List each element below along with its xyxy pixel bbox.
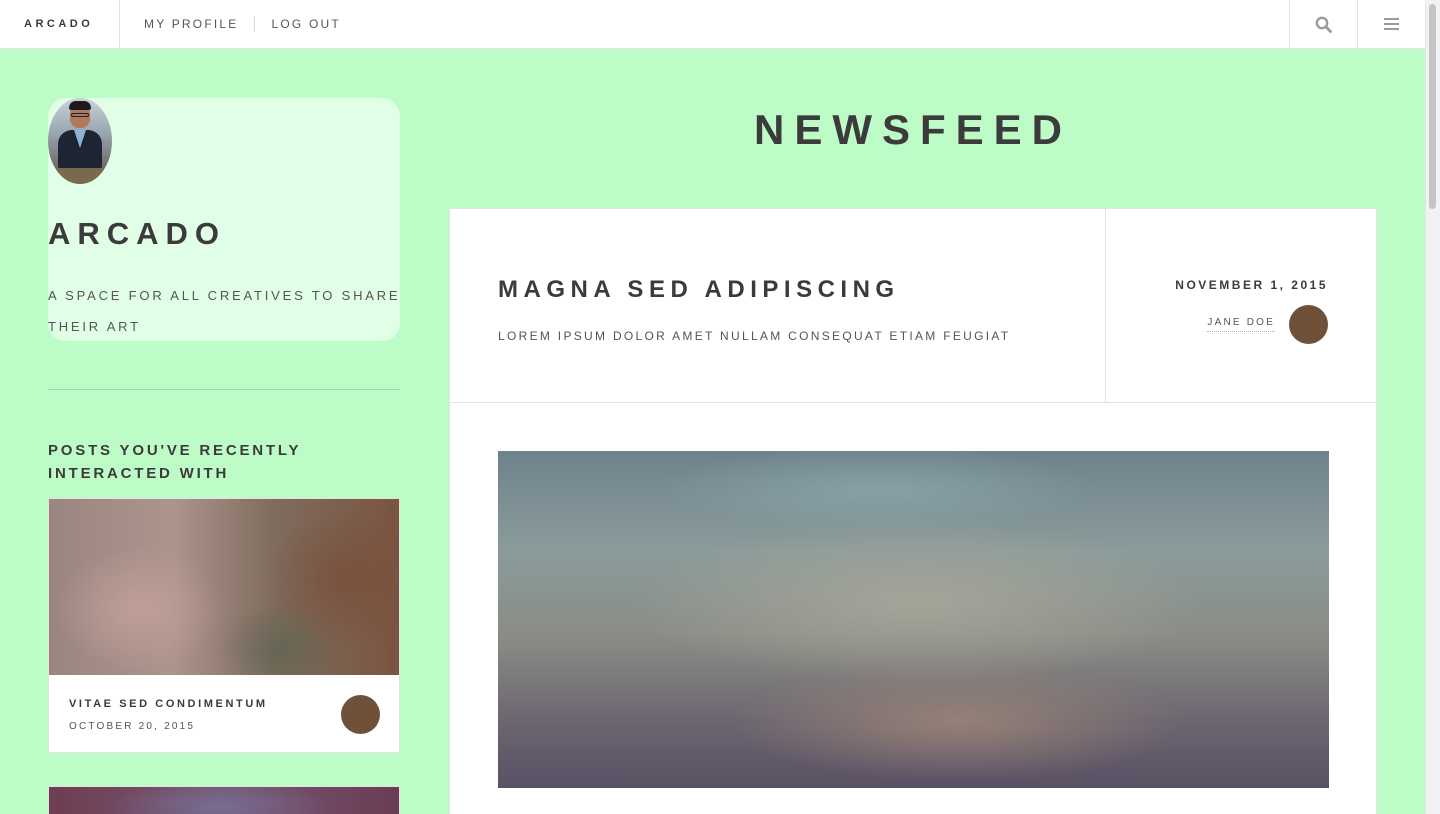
top-navigation: ARCADO MY PROFILE LOG OUT xyxy=(0,0,1425,49)
recent-post-image[interactable] xyxy=(49,787,399,814)
recent-post-date: OCTOBER 20, 2015 xyxy=(69,721,196,732)
recent-post-title[interactable]: VITAE SED CONDIMENTUM xyxy=(69,698,268,710)
page-scrollbar[interactable] xyxy=(1425,0,1440,814)
recent-post-card[interactable] xyxy=(48,786,400,814)
nav-separator xyxy=(254,16,256,32)
menu-button[interactable] xyxy=(1357,0,1425,48)
post-header-divider xyxy=(450,402,1376,403)
profile-avatar[interactable] xyxy=(48,98,112,184)
post-meta-divider xyxy=(1105,209,1106,402)
nav-links: MY PROFILE LOG OUT xyxy=(120,0,1289,48)
sidebar-divider xyxy=(48,389,400,390)
avatar-figure-legs xyxy=(56,168,104,184)
nav-log-out-link[interactable]: LOG OUT xyxy=(271,17,356,31)
scrollbar-thumb[interactable] xyxy=(1429,4,1436,209)
brand-logo[interactable]: ARCADO xyxy=(0,0,120,48)
post-date: NOVEMBER 1, 2015 xyxy=(1175,278,1328,292)
nav-my-profile-link[interactable]: MY PROFILE xyxy=(144,17,254,31)
post-subtitle: LOREM IPSUM DOLOR AMET NULLAM CONSEQUAT … xyxy=(498,329,1011,343)
site-title: ARCADO xyxy=(48,216,227,251)
avatar-figure-glasses xyxy=(71,113,89,117)
site-tagline: A SPACE FOR ALL CREATIVES TO SHARE THEIR… xyxy=(48,288,401,334)
post-author-link[interactable]: JANE DOE xyxy=(1207,317,1275,332)
newsfeed-title: NEWSFEED xyxy=(753,106,1072,153)
post-author-avatar[interactable] xyxy=(1289,305,1328,344)
post-image[interactable] xyxy=(498,451,1329,788)
feed-post: MAGNA SED ADIPISCING LOREM IPSUM DOLOR A… xyxy=(449,208,1377,814)
recent-post-author-avatar[interactable] xyxy=(341,695,380,734)
avatar-figure-hair xyxy=(69,101,91,110)
search-button[interactable] xyxy=(1289,0,1357,48)
recent-post-card[interactable]: VITAE SED CONDIMENTUM OCTOBER 20, 2015 xyxy=(48,498,400,753)
recent-posts-heading: POSTS YOU'VE RECENTLY INTERACTED WITH xyxy=(48,442,301,482)
menu-icon xyxy=(1384,18,1399,30)
post-title[interactable]: MAGNA SED ADIPISCING xyxy=(498,276,900,304)
recent-post-image[interactable] xyxy=(49,499,399,675)
search-icon xyxy=(1315,16,1332,33)
